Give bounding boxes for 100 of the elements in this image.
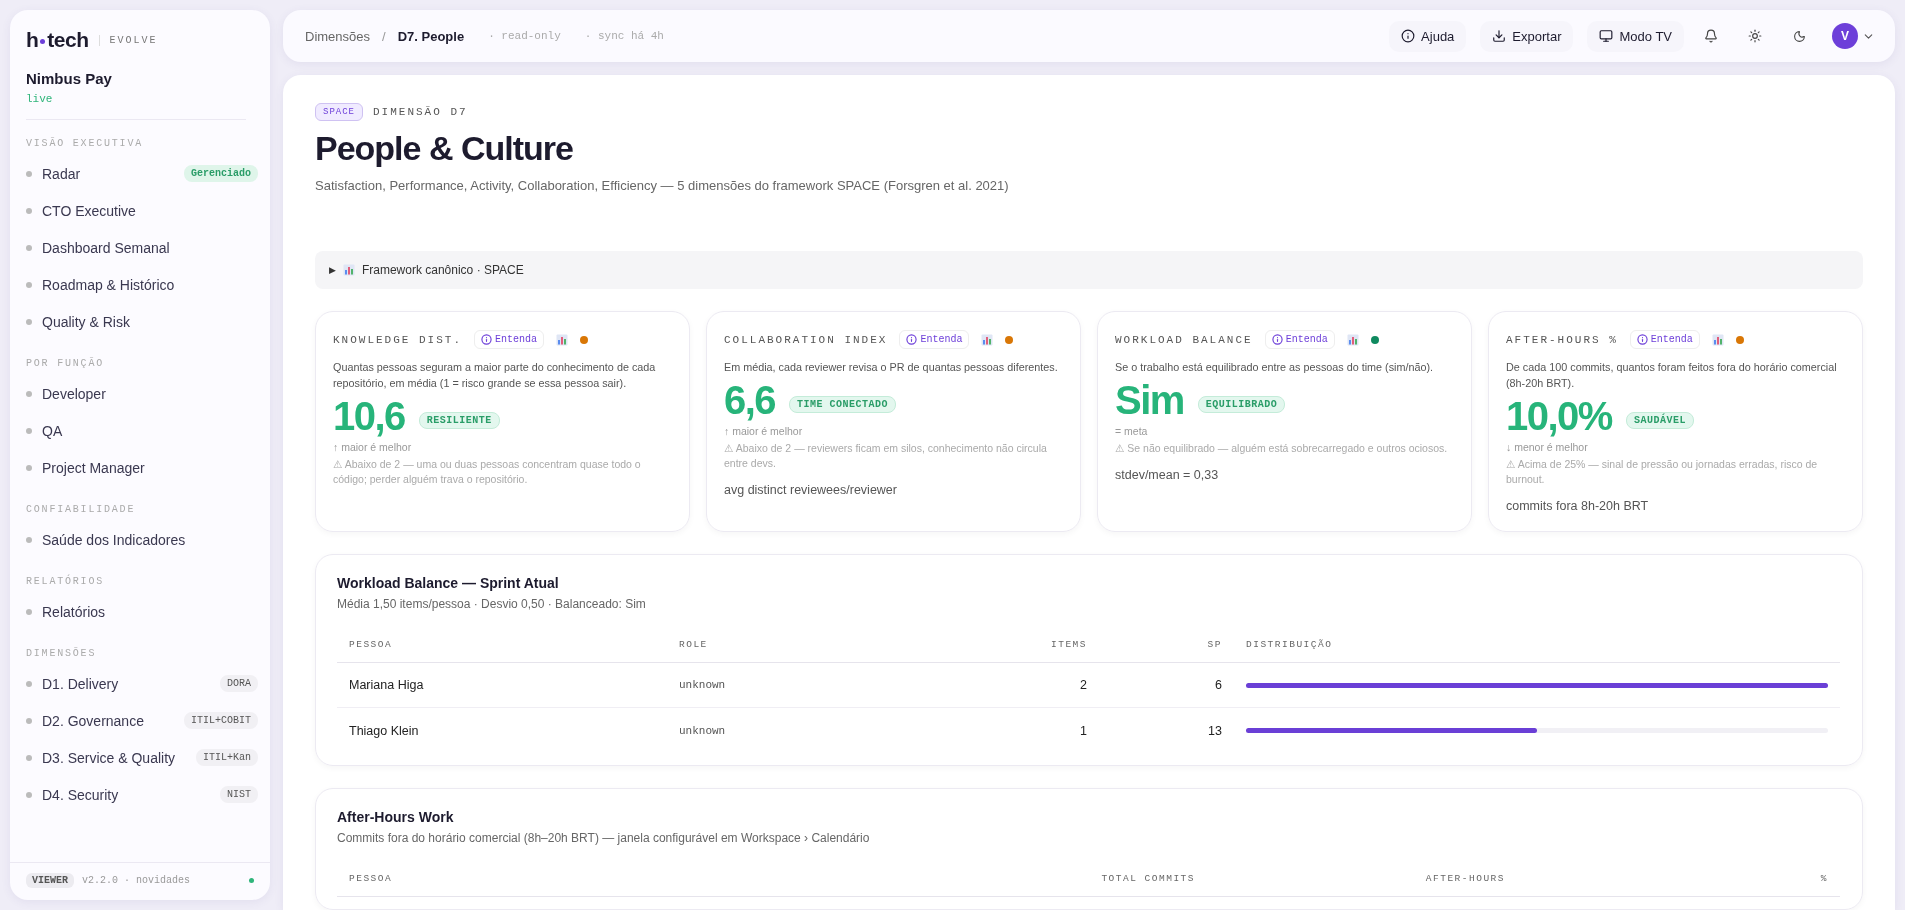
toolbar-button[interactable]: Exportar (1480, 20, 1574, 52)
nav-item-label: Project Manager (42, 458, 146, 478)
table-cell-text: Thiago Klein (348, 722, 420, 740)
status-badge: Gerenciado (184, 165, 258, 182)
metric-footnote: avg distinct reviewees/reviewer (724, 483, 898, 497)
metric-description: Quantas pessoas seguram a maior parte do conhecimento de cada repositório, em média (1 = risco grande se essa pessoa sair). (333, 360, 657, 391)
nav-item[interactable]: Developer (26, 375, 258, 412)
info-icon (906, 334, 918, 345)
table-cell-text: 13 (1207, 722, 1223, 740)
dimension-label: DIMENSÃO D7 (373, 106, 468, 118)
nav-item[interactable]: Quality & Risk (26, 303, 258, 340)
nav-item-label: D1. Delivery (42, 674, 120, 694)
bar-chart-icon (981, 333, 994, 346)
table-cell-text: unknown (678, 723, 727, 739)
nav-item[interactable]: D2. Governance ITIL+COBIT (26, 702, 258, 739)
nav-item[interactable]: CTO Executive (26, 192, 258, 229)
bar-chart-icon (342, 264, 355, 276)
bullet-icon (26, 608, 32, 615)
help-button[interactable]: Entenda (474, 330, 545, 349)
status-meta: · read-only (488, 30, 561, 42)
help-button[interactable]: Entenda (1264, 330, 1335, 349)
nav-section-title: POR FUNÇÃO (26, 358, 105, 369)
bar-chart-icon (1346, 333, 1359, 346)
direction-hint: ↓ menor é melhor (1506, 441, 1589, 453)
bullet-icon (26, 170, 32, 177)
breadcrumb-link[interactable]: Dimensões (305, 28, 371, 44)
nav-item[interactable]: Dashboard Semanal (26, 229, 258, 266)
product-name: EVOLVE (98, 34, 158, 46)
toolbar-button[interactable]: Modo TV (1587, 20, 1684, 52)
bar-chart-icon (556, 333, 569, 346)
column-header: % (1517, 873, 1840, 897)
info-icon (1636, 334, 1648, 345)
column-header: AFTER-HOURS (1207, 873, 1517, 897)
nav-item[interactable]: Radar Gerenciado (26, 155, 258, 192)
environment-label: live (26, 93, 54, 105)
bullet-icon (26, 754, 32, 761)
section-subtitle: Média 1,50 items/pessoa · Desvio 0,50 · Balanceado: Sim (337, 597, 647, 611)
framework-disclosure[interactable]: ▶ Framework canônico · SPACE (315, 251, 1863, 289)
table-cell: 6 (1099, 663, 1234, 708)
bullet-icon (26, 680, 32, 687)
bullet-icon (26, 390, 32, 397)
info-icon (1401, 29, 1416, 43)
table-cell: 2 (1007, 663, 1099, 708)
breadcrumb-link[interactable]: D7. People (397, 28, 465, 44)
nav-item[interactable]: D1. Delivery DORA (26, 665, 258, 702)
column-header: PESSOA (337, 873, 1000, 897)
framework-tag: NIST (220, 786, 258, 803)
nav-item-label: Dashboard Semanal (42, 238, 171, 258)
moon-icon (1792, 29, 1806, 43)
user-avatar: V (1832, 23, 1858, 49)
help-button[interactable]: Entenda (899, 330, 970, 349)
sun-icon (1748, 29, 1762, 43)
nav-item[interactable]: QA (26, 412, 258, 449)
bullet-icon (26, 464, 32, 471)
metric-description: De cada 100 commits, quantos foram feitos fora do horário comercial (8h-20h BRT). (1506, 360, 1838, 391)
status-badge: EQUILIBRADO (1197, 395, 1286, 413)
nav-item[interactable]: Project Manager (26, 449, 258, 486)
nav-item-label: QA (42, 421, 64, 441)
direction-hint: ↑ maior é melhor (333, 441, 413, 453)
direction-hint: = meta (1115, 425, 1149, 437)
warning-text: ⚠ Acima de 25% — sinal de pressão ou jornadas erradas, risco de burnout. (1506, 457, 1819, 487)
framework-tag: DORA (220, 675, 258, 692)
status-badge: RESILIENTE (418, 411, 500, 429)
nav-item[interactable]: Roadmap & Histórico (26, 266, 258, 303)
info-icon (1271, 334, 1283, 345)
bullet-icon (26, 207, 32, 214)
framework-tag: ITIL+Kan (196, 749, 258, 766)
table-cell: unknown (667, 663, 1007, 708)
section-subtitle: Commits fora do horário comercial (8h–20h BRT) — janela configurável em Workspace › Calendário (337, 831, 871, 845)
direction-hint: ↑ maior é melhor (724, 425, 804, 437)
toolbar-button[interactable]: Ajuda (1389, 20, 1467, 52)
status-dot (249, 878, 254, 883)
bell-icon (1704, 29, 1718, 43)
nav-item-label: D4. Security (42, 785, 120, 805)
nav-item-label: Quality & Risk (42, 312, 131, 332)
nav-item[interactable]: D4. Security NIST (26, 776, 258, 813)
status-meta: · sync há 4h (584, 30, 664, 42)
table-cell: Mariana Higa (337, 663, 667, 708)
user-menu[interactable]: V (1832, 23, 1875, 49)
nav-item[interactable]: D3. Service & Quality ITIL+Kan (26, 739, 258, 776)
nav-item-label: Radar (42, 164, 82, 184)
metric-description: Se o trabalho está equilibrado entre as pessoas do time (sim/não). (1115, 360, 1435, 375)
metric-footnote: commits fora 8h-20h BRT (1506, 499, 1650, 513)
warning-text: ⚠ Se não equilibrado — alguém está sobrecarregado e outros ociosos. (1115, 441, 1449, 456)
nav-item[interactable]: Relatórios (26, 593, 258, 630)
page-title: People & Culture (315, 129, 574, 168)
nav-item-label: D3. Service & Quality (42, 748, 177, 768)
status-badge: SAUDÁVEL (1625, 411, 1694, 429)
role-tag: VIEWER (26, 873, 74, 888)
nav-section-title: RELATÓRIOS (26, 576, 105, 587)
monitor-icon (1599, 29, 1614, 43)
metric-value: 10,6 (333, 393, 405, 439)
nav-item-label: D2. Governance (42, 711, 145, 731)
column-header: TOTAL COMMITS (1000, 873, 1207, 897)
framework-tag: SPACE (315, 103, 363, 121)
page-subtitle: Satisfaction, Performance, Activity, Collaboration, Efficiency — 5 dimensões do framework SPACE (Forsgren et al. 2021) (315, 178, 1010, 193)
nav-item[interactable]: Saúde dos Indicadores (26, 521, 258, 558)
help-button[interactable]: Entenda (1629, 330, 1700, 349)
brand-logo: h tech (26, 28, 89, 52)
metric-label: KNOWLEDGE DIST. (333, 333, 463, 346)
